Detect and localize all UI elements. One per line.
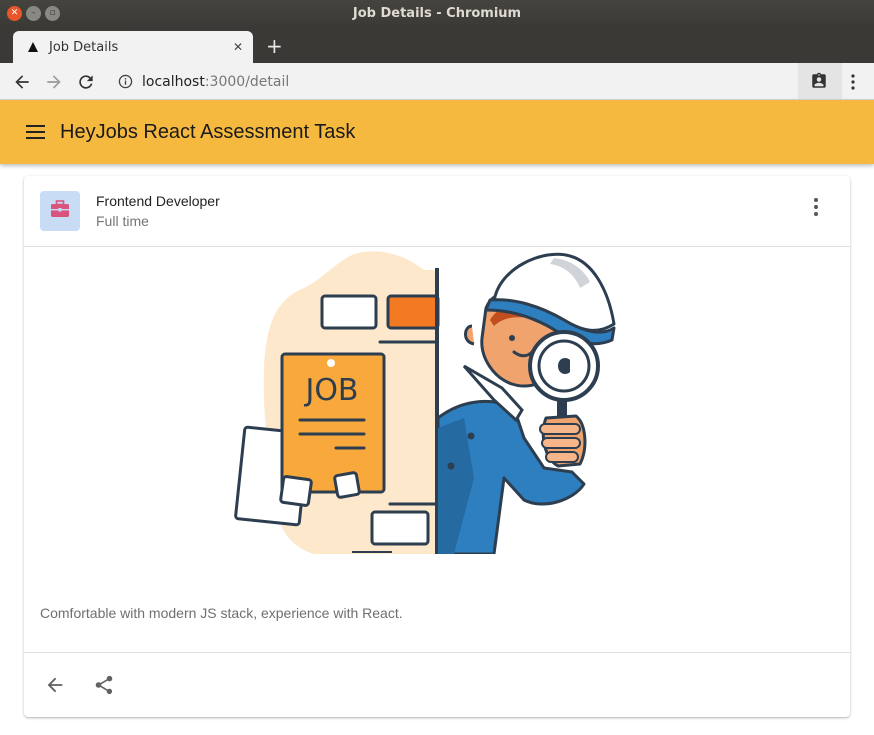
clipboard-extension-icon[interactable] xyxy=(810,72,828,95)
tab-job-details[interactable]: Job Details ✕ xyxy=(13,31,253,63)
share-icon[interactable] xyxy=(93,674,115,701)
app-bar: HeyJobs React Assessment Task xyxy=(0,100,874,164)
back-nav-icon[interactable] xyxy=(12,72,32,92)
more-vert-icon[interactable] xyxy=(806,196,826,223)
extension-area xyxy=(798,63,842,99)
tab-strip: Job Details ✕ + xyxy=(0,28,874,63)
url-path: :3000/detail xyxy=(204,74,290,90)
window-title: Job Details - Chromium xyxy=(352,6,522,21)
arrow-back-icon[interactable] xyxy=(44,674,66,701)
address-bar[interactable]: localhost:3000/detail xyxy=(106,67,798,96)
job-illustration: JOB xyxy=(24,248,850,556)
job-description: Comfortable with modern JS stack, experi… xyxy=(40,605,403,621)
favicon-icon xyxy=(27,41,39,53)
job-type: Full time xyxy=(96,213,149,229)
url-host: localhost xyxy=(142,74,205,90)
tab-title: Job Details xyxy=(49,39,119,55)
browser-toolbar: localhost:3000/detail xyxy=(0,63,874,100)
illustration-job-text: JOB xyxy=(303,373,358,408)
card-header: Frontend Developer Full time xyxy=(24,176,850,247)
window-titlebar: ✕ – ▫ Job Details - Chromium xyxy=(0,0,874,28)
url-text: localhost:3000/detail xyxy=(142,74,289,90)
forward-nav-icon[interactable] xyxy=(44,72,64,92)
card-actions xyxy=(24,652,850,717)
job-avatar xyxy=(40,191,80,231)
reload-icon[interactable] xyxy=(76,72,96,92)
app-title: HeyJobs React Assessment Task xyxy=(60,121,356,143)
new-tab-button[interactable]: + xyxy=(266,34,283,58)
menu-icon[interactable] xyxy=(26,124,46,145)
job-card: Frontend Developer Full time JOB Comfort… xyxy=(24,176,850,717)
site-info-icon[interactable] xyxy=(118,74,133,94)
browser-menu-icon[interactable] xyxy=(845,72,861,97)
tab-close-icon[interactable]: ✕ xyxy=(233,40,243,54)
briefcase-icon xyxy=(50,199,70,223)
job-title: Frontend Developer xyxy=(96,193,220,209)
